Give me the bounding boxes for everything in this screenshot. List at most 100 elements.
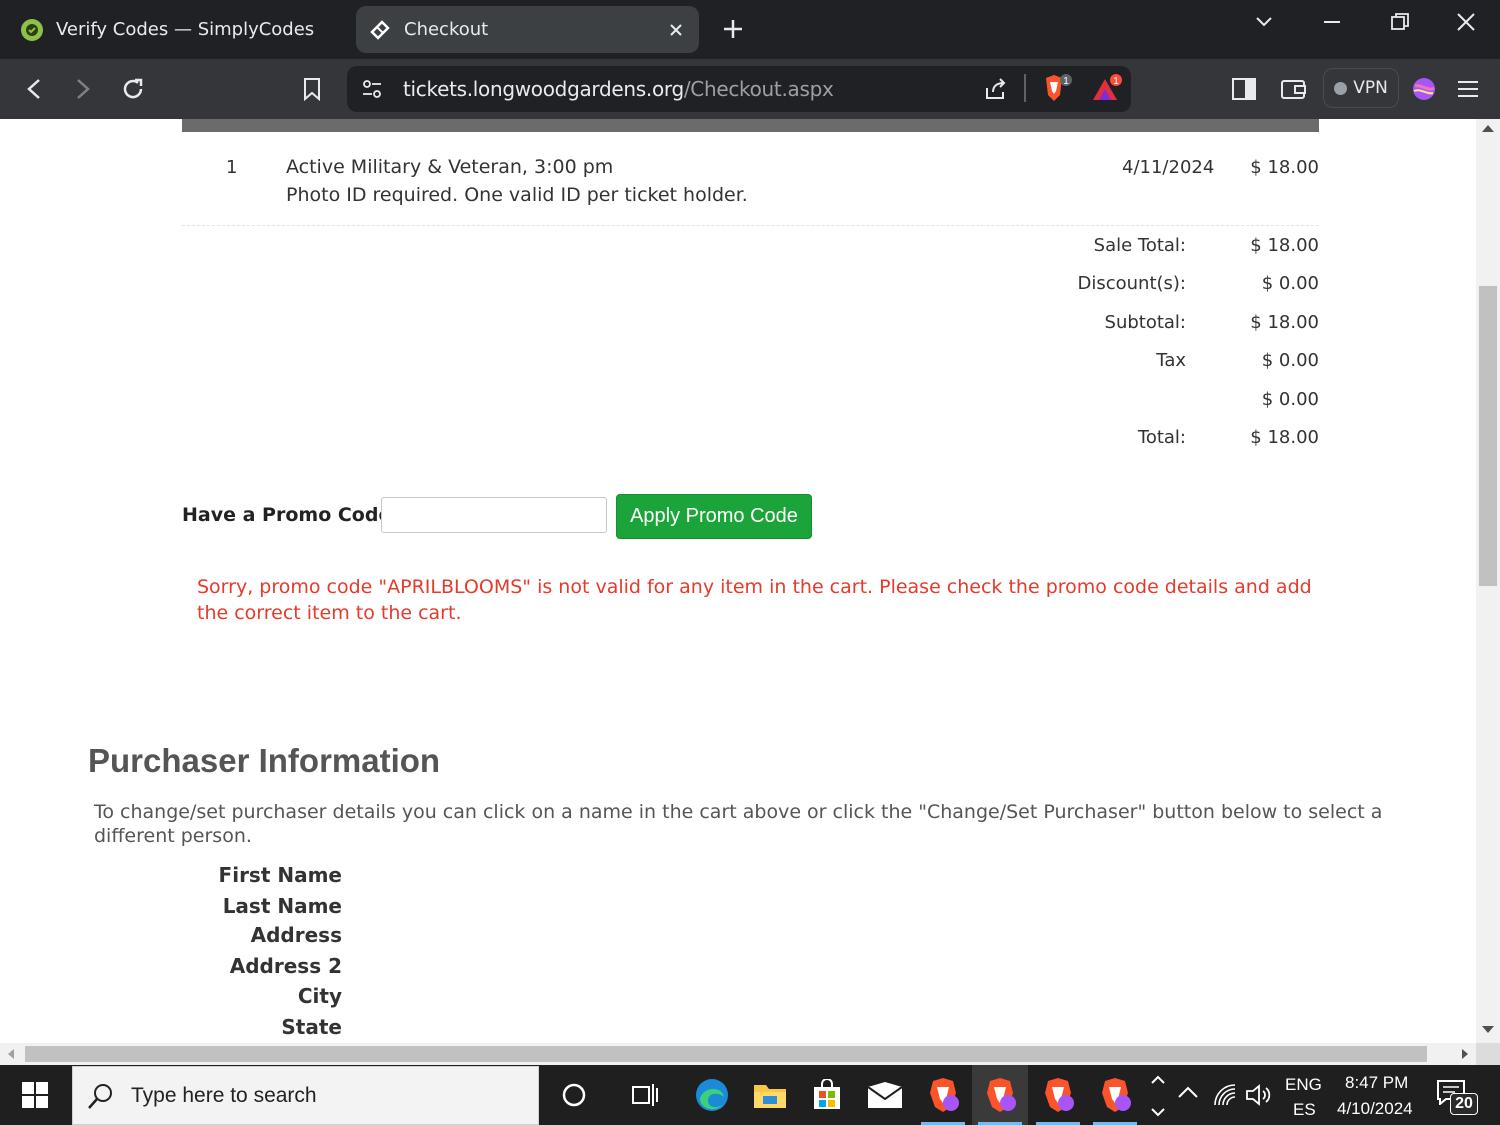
summary-value-tax: $ 0.00 [1261,350,1319,371]
show-hidden-icons-button[interactable] [1176,1083,1200,1108]
brave-window-button-1[interactable] [915,1065,971,1125]
brave-shields-icon[interactable]: 1 [1041,73,1075,110]
arrow-right-icon [77,79,90,99]
horizontal-scroll-thumb[interactable] [25,1046,1427,1062]
sidebar-toggle-button[interactable] [1224,69,1264,109]
ticket-favicon-icon [368,18,392,42]
vpn-button[interactable]: VPN [1323,68,1399,108]
leo-ai-button[interactable] [1404,69,1444,109]
new-tab-button[interactable] [716,12,750,46]
cortana-circle-icon [562,1083,586,1107]
language-indicator-line1[interactable]: ENG [1285,1075,1322,1095]
cart-table-header [182,119,1319,132]
brave-rewards-icon[interactable]: 1 [1091,73,1125,110]
forward-button[interactable] [63,69,103,109]
task-view-button[interactable] [617,1065,673,1125]
minimize-button[interactable] [1298,0,1366,44]
network-button[interactable] [1212,1083,1238,1112]
purchaser-instructions: To change/set purchaser details you can … [94,801,1383,847]
bookmark-icon [304,78,320,101]
summary-label-tax: Tax [1156,350,1186,371]
page-viewport: 1 Active Military & Veteran, 3:00 pm Pho… [0,119,1476,1043]
task-view-icon [632,1084,658,1106]
promo-code-label: Have a Promo Code? [182,504,403,526]
hamburger-menu-icon [1458,81,1478,97]
menu-button[interactable] [1448,69,1488,109]
promo-error-message: Sorry, promo code "APRILBLOOMS" is not v… [197,576,1312,624]
apply-promo-code-button[interactable]: Apply Promo Code [616,494,812,539]
scroll-right-icon[interactable] [1462,1049,1468,1059]
address-bar[interactable]: tickets.longwoodgardens.org/Checkout.asp… [347,66,1131,112]
microsoft-store-button[interactable] [799,1065,855,1125]
search-icon [88,1083,112,1109]
share-icon[interactable] [983,76,1009,107]
field-label-state: State [281,1015,342,1039]
mail-icon [867,1082,903,1108]
brave-browser-icon [1045,1078,1074,1112]
brave-browser-icon [987,1078,1016,1112]
notification-count-badge: 20 [1450,1093,1478,1115]
language-indicator-line2[interactable]: ES [1293,1100,1316,1120]
speaker-icon [1246,1084,1271,1106]
close-icon [1457,13,1475,31]
clock-date[interactable]: 4/10/2024 [1337,1099,1413,1119]
scrollbar-corner [1476,1043,1500,1065]
summary-label-sale-total: Sale Total: [1093,235,1186,256]
wallet-icon [1281,80,1306,99]
notification-center-button[interactable]: 20 [1436,1079,1478,1115]
back-button[interactable] [14,69,54,109]
summary-label-subtotal: Subtotal: [1104,312,1186,333]
tab-simplycodes[interactable]: Verify Codes — SimplyCodes [8,6,348,53]
brave-window-button-2[interactable] [972,1065,1028,1125]
close-tab-icon[interactable] [659,13,693,47]
scroll-down-icon[interactable] [1482,1026,1494,1033]
summary-label-discounts: Discount(s): [1077,273,1186,294]
mail-button[interactable] [857,1065,913,1125]
url-text[interactable]: tickets.longwoodgardens.org/Checkout.asp… [403,77,834,101]
summary-value-discounts: $ 0.00 [1261,273,1319,294]
summary-value-fee: $ 0.00 [1261,389,1319,410]
wallet-button[interactable] [1274,69,1314,109]
restore-button[interactable] [1366,0,1434,44]
cortana-button[interactable] [546,1065,602,1125]
bookmark-button[interactable] [292,69,332,109]
scroll-up-icon[interactable] [1482,125,1494,132]
field-label-address: Address [250,923,342,947]
tab-title: Checkout [404,19,489,40]
brave-window-button-4[interactable] [1087,1065,1143,1125]
leo-ai-icon [1413,78,1435,100]
tab-checkout[interactable]: Checkout [356,6,699,53]
chevron-up-down-icon [1151,1075,1165,1117]
clock-time[interactable]: 8:47 PM [1345,1073,1408,1093]
reload-icon [123,78,143,99]
vertical-scrollbar[interactable] [1476,119,1500,1043]
reload-button[interactable] [113,69,153,109]
cart-separator [182,225,1319,226]
taskbar-overflow-scroller[interactable] [1148,1073,1168,1119]
tab-title: Verify Codes — SimplyCodes [56,19,315,40]
edge-taskbar-button[interactable] [684,1065,740,1125]
cart-item-price: $ 18.00 [1250,157,1319,178]
close-window-button[interactable] [1432,0,1500,44]
omnibox-divider [1024,74,1026,102]
scroll-left-icon[interactable] [8,1049,14,1059]
site-settings-icon[interactable] [361,78,383,105]
promo-code-input[interactable] [381,497,607,533]
field-label-city: City [297,984,342,1008]
file-explorer-button[interactable] [742,1065,798,1125]
start-button[interactable] [0,1065,70,1125]
volume-button[interactable] [1245,1083,1273,1112]
horizontal-scrollbar[interactable] [0,1043,1476,1065]
windows-taskbar: Type here to search ENG ES 8:47 PM 4/10/… [0,1065,1500,1125]
brave-window-button-3[interactable] [1030,1065,1086,1125]
store-bag-icon [814,1079,840,1109]
taskbar-search-placeholder: Type here to search [131,1083,317,1107]
taskbar-search-box[interactable]: Type here to search [72,1066,539,1125]
vertical-scroll-thumb[interactable] [1479,286,1497,586]
brave-browser-icon [930,1078,959,1112]
tab-search-button[interactable] [1230,0,1298,44]
purchaser-information-heading: Purchaser Information [88,742,441,779]
minimize-icon [1324,21,1340,23]
rewards-count: 1 [1113,76,1119,87]
cart-item-name[interactable]: Active Military & Veteran, 3:00 pm [286,156,613,178]
